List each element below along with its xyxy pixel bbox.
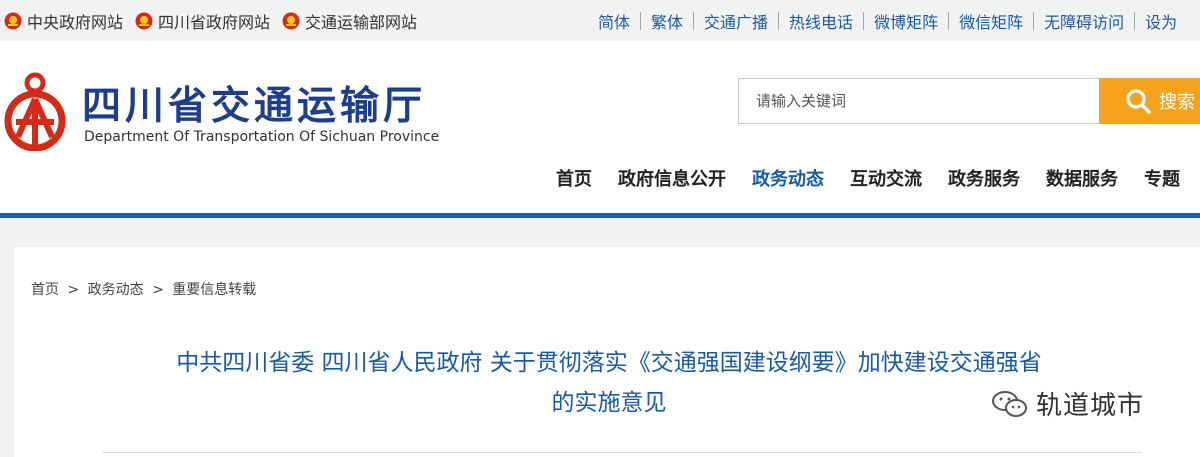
link-set-homepage[interactable]: 设为: [1135, 9, 1187, 33]
national-emblem-icon: [282, 12, 300, 29]
article-panel: 首页 > 政务动态 > 重要信息转载 中共四川省委 四川省人民政府 关于贯彻落实…: [14, 247, 1200, 457]
main-nav: 首页 政府信息公开 政务动态 互动交流 政务服务 数据服务 专题: [556, 165, 1200, 191]
link-wechat[interactable]: 微信矩阵: [949, 9, 1033, 33]
link-traffic-radio[interactable]: 交通广播: [694, 9, 778, 33]
nav-topics[interactable]: 专题: [1144, 165, 1180, 191]
title-divider: [102, 452, 1142, 453]
national-emblem-icon: [4, 12, 22, 29]
nav-interaction[interactable]: 互动交流: [850, 165, 922, 191]
top-link-label: 中央政府网站: [27, 12, 124, 32]
search-box: [738, 78, 1100, 124]
watermark-text: 轨道城市: [1036, 391, 1145, 421]
top-bar: 中央政府网站 四川省政府网站 交通运输部网站 简体 繁体 交通广播 热线电话 微…: [0, 0, 1200, 41]
link-simplified[interactable]: 简体: [588, 9, 640, 33]
site-subtitle: Department Of Transportation Of Sichuan …: [84, 129, 440, 145]
department-logo-icon[interactable]: [0, 71, 70, 151]
top-link-label: 四川省政府网站: [158, 12, 271, 32]
watermark: 轨道城市: [990, 385, 1144, 422]
search-input[interactable]: [739, 79, 1099, 123]
top-link-ministry-transport[interactable]: 交通运输部网站: [282, 9, 417, 33]
breadcrumb-home[interactable]: 首页: [31, 282, 59, 298]
breadcrumb-separator: >: [67, 282, 80, 298]
top-links: 中央政府网站 四川省政府网站 交通运输部网站: [4, 0, 429, 41]
top-link-label: 交通运输部网站: [305, 12, 418, 32]
nav-gov-info[interactable]: 政府信息公开: [618, 165, 726, 191]
article-title-line: 的实施意见: [551, 390, 667, 416]
link-accessibility[interactable]: 无障碍访问: [1034, 9, 1134, 33]
breadcrumb-separator: >: [152, 282, 164, 298]
nav-gov-services[interactable]: 政务服务: [948, 165, 1020, 191]
site-header: 四川省交通运输厅 Department Of Transportation Of…: [0, 41, 1200, 215]
breadcrumb-current[interactable]: 重要信息转载: [172, 282, 256, 298]
top-link-sichuan-gov[interactable]: 四川省政府网站: [135, 9, 270, 33]
site-title: 四川省交通运输厅: [82, 84, 427, 129]
search-icon: [1126, 89, 1151, 114]
nav-home[interactable]: 首页: [556, 165, 592, 191]
nav-data-services[interactable]: 数据服务: [1046, 165, 1118, 191]
wechat-icon: [992, 390, 1027, 417]
breadcrumb-gov-news[interactable]: 政务动态: [88, 282, 144, 298]
breadcrumb: 首页 > 政务动态 > 重要信息转载: [31, 279, 260, 299]
search-button[interactable]: 搜索: [1099, 78, 1200, 124]
search-button-label: 搜索: [1159, 92, 1195, 113]
nav-gov-news[interactable]: 政务动态: [752, 165, 824, 191]
article-title-line: 中共四川省委 四川省人民政府 关于贯彻落实《交通强国建设纲要》加快建设交通强省: [176, 350, 1042, 376]
link-weibo[interactable]: 微博矩阵: [864, 9, 948, 33]
utility-links: 简体 繁体 交通广播 热线电话 微博矩阵 微信矩阵 无障碍访问 设为: [588, 0, 1187, 41]
national-emblem-icon: [135, 12, 153, 29]
top-link-central-gov[interactable]: 中央政府网站: [4, 9, 123, 33]
link-traditional[interactable]: 繁体: [641, 9, 693, 33]
link-hotline[interactable]: 热线电话: [779, 9, 863, 33]
article-title: 中共四川省委 四川省人民政府 关于贯彻落实《交通强国建设纲要》加快建设交通强省 …: [104, 343, 1114, 423]
